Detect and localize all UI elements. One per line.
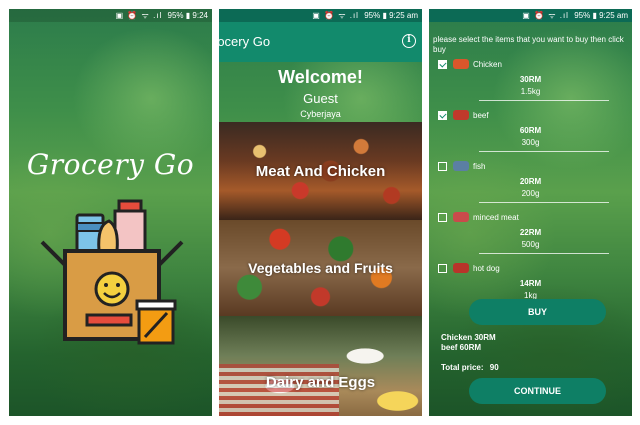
checkbox[interactable]	[438, 59, 447, 69]
status-bar: ▣ ⏰ ᯤ .ıl 95% ▮ 9:24	[9, 9, 212, 22]
item-weight: 300g	[521, 138, 540, 147]
user-name: Guest	[303, 91, 338, 106]
checkbox[interactable]	[438, 161, 447, 171]
buy-button[interactable]: BUY	[469, 299, 606, 325]
list-item: beef 60RM 300g	[429, 106, 632, 157]
app-bar: rocery Go i	[219, 22, 422, 62]
app-bar-title: rocery Go	[219, 34, 271, 49]
category-vegetables-and-fruits[interactable]: Vegetables and Fruits	[219, 220, 422, 316]
items-screen: ▣ ⏰ ᯤ .ıl 95% ▮ 9:25 am please select th…	[429, 9, 632, 416]
welcome-title: Welcome!	[278, 67, 363, 87]
status-bar: ▣ ⏰ ᯤ .ıl 95% ▮ 9:25 am	[429, 9, 632, 22]
category-meat-and-chicken[interactable]: Meat And Chicken	[219, 122, 422, 220]
item-price: 60RM	[519, 126, 542, 135]
battery-level: 95%	[364, 11, 381, 20]
item-price: 30RM	[519, 75, 542, 84]
chicken-icon	[453, 59, 469, 69]
item-weight: 1.5kg	[520, 87, 541, 96]
list-item: minced meat 22RM 500g	[429, 208, 632, 259]
item-name: fish	[473, 161, 486, 171]
items-list: Chicken 30RM 1.5kg beef 60RM 300g fish 2…	[429, 55, 632, 310]
beef-icon	[453, 110, 469, 120]
item-price: 22RM	[519, 228, 542, 237]
list-item: fish 20RM 200g	[429, 157, 632, 208]
checkbox[interactable]	[438, 263, 447, 273]
status-bar: ▣ ⏰ ᯤ .ıl 95% ▮ 9:25 am	[219, 9, 422, 22]
item-name: hot dog	[473, 263, 500, 273]
item-name: minced meat	[473, 212, 519, 222]
status-icons: ▣ ⏰ ᯤ .ıl	[115, 11, 163, 20]
home-screen: ▣ ⏰ ᯤ .ıl 95% ▮ 9:25 am rocery Go i Welc…	[219, 9, 422, 416]
item-price: 14RM	[519, 279, 542, 288]
clock: 9:25 am	[389, 11, 418, 20]
checkbox[interactable]	[438, 110, 447, 120]
item-weight: 200g	[521, 189, 540, 198]
app-title: Grocery Go	[26, 148, 195, 181]
info-icon[interactable]: i	[402, 34, 416, 48]
instruction-text: please select the items that you want to…	[433, 35, 624, 54]
divider	[479, 202, 609, 203]
total-label: Total price:	[441, 363, 484, 372]
item-weight: 500g	[521, 240, 540, 249]
fish-icon	[453, 161, 469, 171]
item-name: beef	[473, 110, 489, 120]
battery-icon: ▮	[185, 11, 191, 20]
item-name: Chicken	[473, 59, 502, 69]
continue-button[interactable]: CONTINUE	[469, 378, 606, 404]
hot-dog-icon	[453, 263, 469, 273]
divider	[479, 151, 609, 152]
status-icons: ▣ ⏰ ᯤ .ıl	[312, 11, 359, 20]
list-item: Chicken 30RM 1.5kg	[429, 55, 632, 106]
user-location: Cyberjaya	[300, 109, 341, 119]
battery-icon: ▮	[382, 11, 387, 20]
divider	[479, 100, 609, 101]
category-label: Vegetables and Fruits	[248, 260, 393, 276]
divider	[479, 253, 609, 254]
category-label: Meat And Chicken	[255, 163, 386, 180]
category-dairy-and-eggs[interactable]: Dairy and Eggs	[219, 316, 422, 416]
summary-line: Chicken 30RM	[441, 333, 496, 342]
category-label: Dairy and Eggs	[265, 374, 376, 391]
total-value: 90	[489, 363, 499, 372]
minced-meat-icon	[453, 212, 469, 222]
item-price: 20RM	[519, 177, 542, 186]
clock: 9:25 am	[599, 11, 628, 20]
splash-screen: ▣ ⏰ ᯤ .ıl 95% ▮ 9:24 Grocery Go	[9, 9, 212, 416]
summary-line: beef 60RM	[441, 343, 482, 352]
status-icons: ▣ ⏰ ᯤ .ıl	[522, 11, 569, 20]
total-price: Total price: 90	[441, 363, 499, 372]
clock: 9:24	[192, 11, 208, 20]
checkbox[interactable]	[438, 212, 447, 222]
grocery-bag-icon	[40, 199, 184, 345]
battery-level: 95%	[574, 11, 591, 20]
battery-icon: ▮	[592, 11, 597, 20]
order-summary: Chicken 30RM beef 60RM	[441, 333, 496, 353]
battery-level: 95%	[167, 11, 184, 20]
